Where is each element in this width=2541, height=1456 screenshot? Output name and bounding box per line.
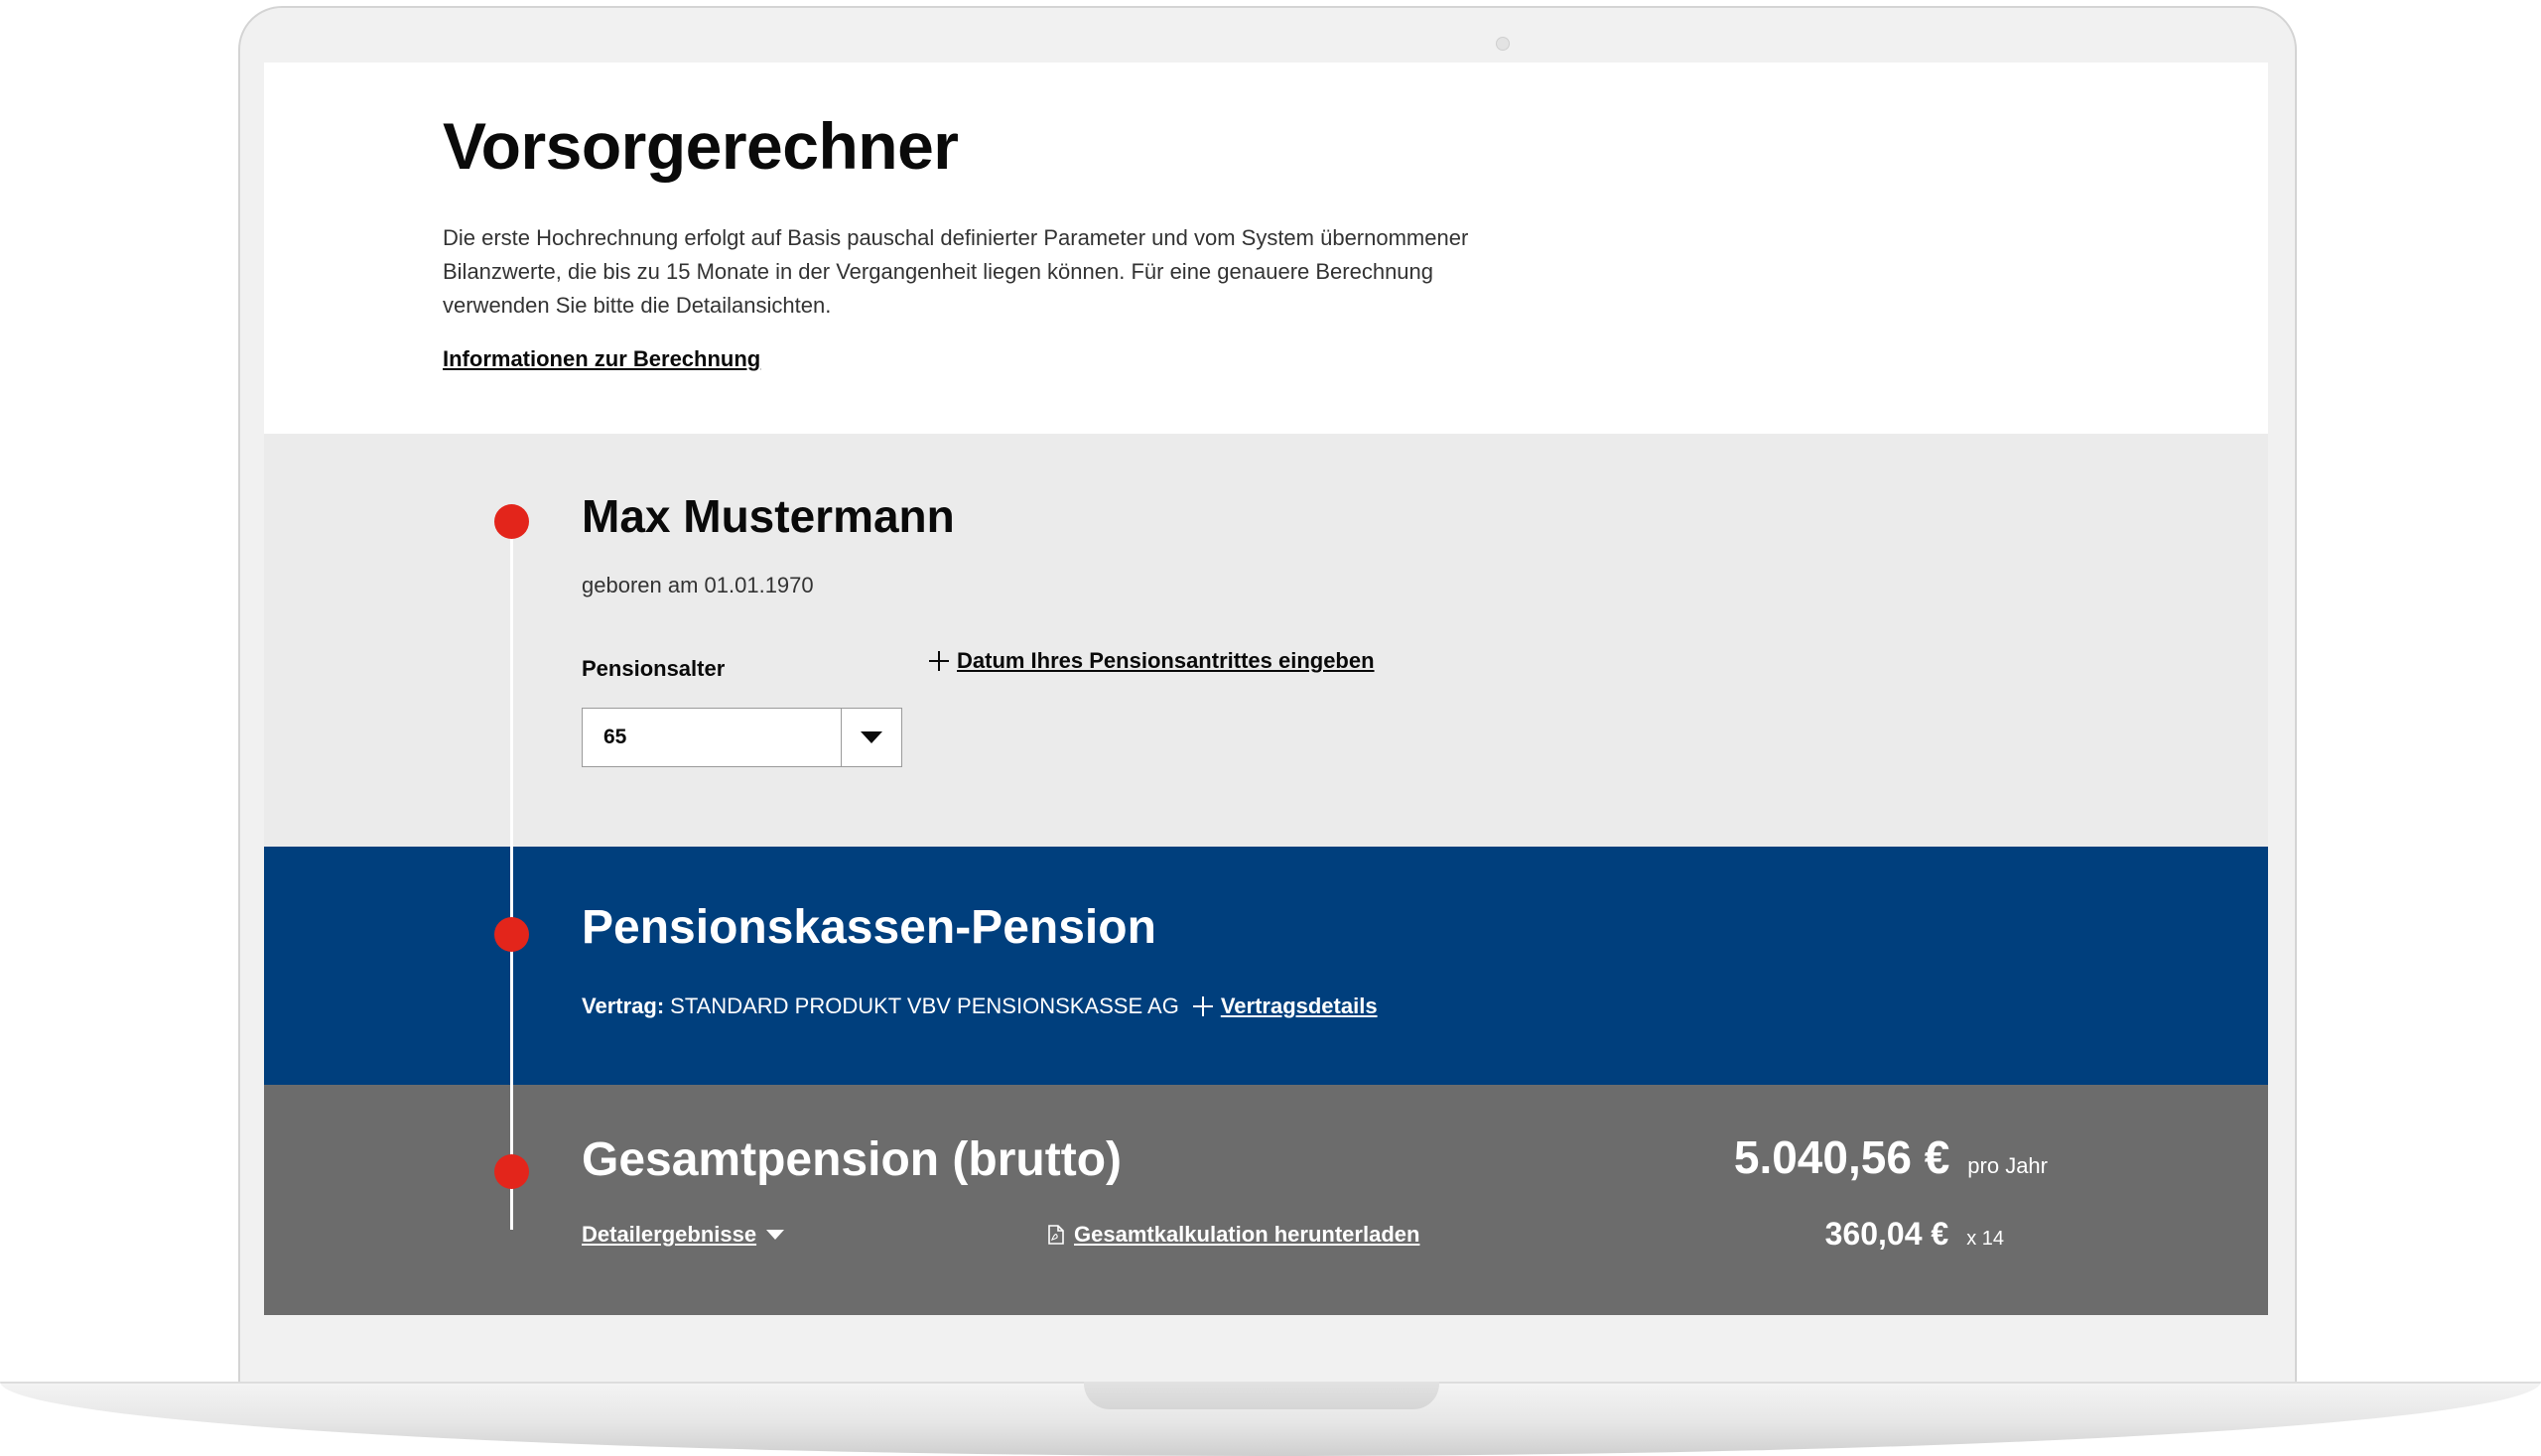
- person-section: Max Mustermann geboren am 01.01.1970 Pen…: [264, 434, 2268, 847]
- pension-age-value: 65: [603, 726, 627, 748]
- camera-icon: [1496, 37, 1510, 51]
- plus-icon: [1192, 996, 1213, 1016]
- pension-age-label: Pensionsalter: [582, 656, 726, 681]
- add-retirement-date-link[interactable]: Datum Ihres Pensionsantrittes eingeben: [929, 648, 1375, 674]
- contract-info: Vertrag: STANDARD PRODUKT VBV PENSIONSKA…: [582, 993, 1378, 1019]
- calculation-info-link[interactable]: Informationen zur Berechnung: [443, 346, 760, 372]
- detail-results-label: Detailergebnisse: [582, 1222, 757, 1247]
- select-toggle-button[interactable]: [841, 709, 901, 766]
- annual-pension-unit: pro Jahr: [1967, 1153, 2048, 1178]
- chevron-down-icon: [861, 731, 882, 743]
- plus-icon: [929, 651, 949, 671]
- monthly-pension-amount: 360,04 € x 14: [1825, 1216, 2004, 1253]
- annual-pension-amount: 5.040,56 € pro Jahr: [1734, 1130, 2048, 1184]
- contract-label: Vertrag:: [582, 993, 665, 1018]
- detail-results-toggle[interactable]: Detailergebnisse: [582, 1222, 785, 1248]
- page-title: Vorsorgerechner: [443, 109, 959, 183]
- intro-description: Die erste Hochrechnung erfolgt auf Basis…: [443, 225, 1469, 318]
- total-pension-title: Gesamtpension (brutto): [582, 1133, 1123, 1186]
- pdf-file-icon: [1048, 1225, 1064, 1245]
- add-retirement-date-label: Datum Ihres Pensionsantrittes eingeben: [957, 648, 1375, 673]
- pension-fund-section: Pensionskassen-Pension Vertrag: STANDARD…: [264, 847, 2268, 1085]
- pension-age-select[interactable]: 65: [582, 708, 902, 767]
- download-calculation-label: Gesamtkalkulation herunterladen: [1074, 1222, 1420, 1247]
- contract-details-link[interactable]: Vertragsdetails: [1192, 993, 1378, 1019]
- timeline-dot-person: [494, 504, 529, 539]
- browser-screen: Vorsorgerechner Die erste Hochrechnung e…: [264, 63, 2268, 1315]
- total-pension-section: Gesamtpension (brutto) Detailergebnisse …: [264, 1085, 2268, 1315]
- contract-value: STANDARD PRODUKT VBV PENSIONSKASSE AG: [670, 993, 1179, 1018]
- caret-down-icon: [766, 1230, 785, 1240]
- person-name: Max Mustermann: [582, 490, 955, 542]
- download-calculation-link[interactable]: Gesamtkalkulation herunterladen: [1048, 1222, 1419, 1248]
- timeline-dot-fund: [494, 917, 529, 952]
- monthly-pension-value: 360,04 €: [1824, 1216, 1949, 1252]
- birth-date: geboren am 01.01.1970: [582, 573, 814, 597]
- monthly-pension-unit: x 14: [1966, 1228, 2004, 1250]
- intro-section: Vorsorgerechner Die erste Hochrechnung e…: [264, 63, 2268, 434]
- pension-fund-title: Pensionskassen-Pension: [582, 901, 1156, 954]
- laptop-notch: [1084, 1382, 1439, 1409]
- annual-pension-value: 5.040,56 €: [1733, 1131, 1950, 1183]
- contract-details-label: Vertragsdetails: [1220, 993, 1378, 1018]
- timeline-line: [510, 521, 513, 1230]
- timeline-dot-total: [494, 1154, 529, 1189]
